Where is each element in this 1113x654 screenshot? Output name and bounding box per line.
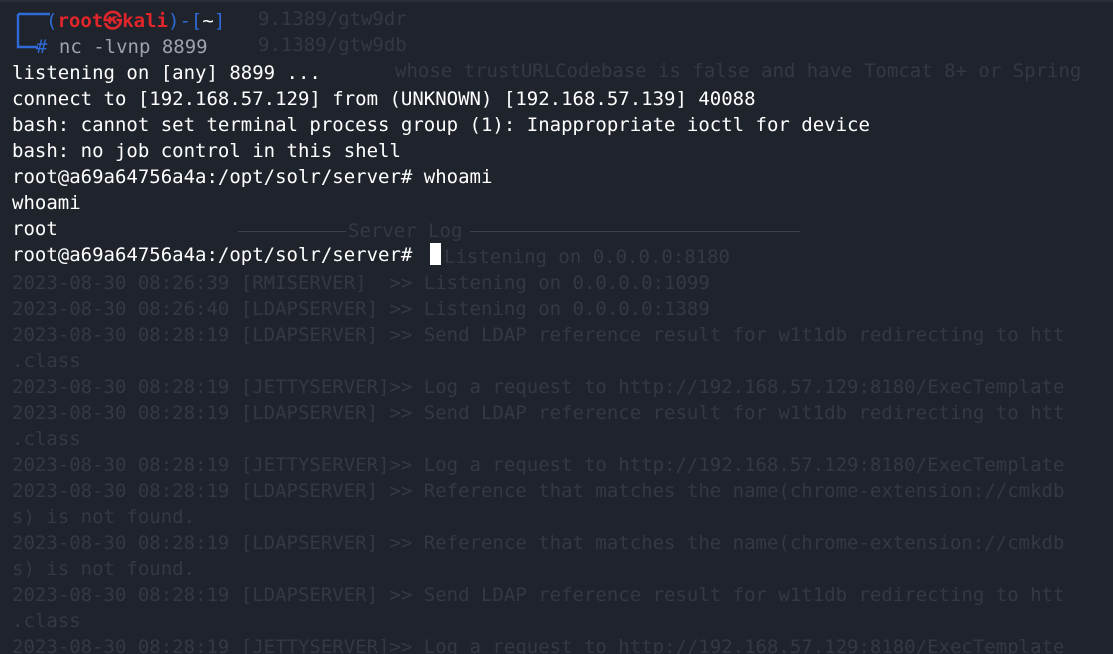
prompt-host: kali — [122, 10, 168, 32]
text-cursor[interactable] — [429, 243, 441, 265]
server-log-rule-left — [238, 231, 346, 232]
prompt-header: (root㉿kali)-[~] — [46, 8, 225, 34]
command-line: # nc -lvnp 8899 — [36, 34, 208, 60]
background-text-line: 9.1389/gtw9db — [258, 34, 407, 56]
prompt-open-bracket: ( — [46, 10, 58, 32]
prompt-hash: # — [36, 36, 48, 58]
background-log-entry: 2023-08-30 08:28:19 [LDAPSERVER] >> Send… — [12, 324, 1065, 346]
output-line: whoami — [12, 192, 81, 214]
background-log-entry: 2023-08-30 08:28:19 [LDAPSERVER] >> Refe… — [12, 480, 1065, 502]
output-line: root — [12, 218, 58, 240]
prompt-at-icon: ㉿ — [103, 10, 123, 32]
background-log-entry: Listening on 0.0.0.0:8180 — [444, 246, 730, 268]
background-log-entry: .class — [12, 350, 81, 372]
background-log-entry: .class — [12, 428, 81, 450]
terminal-window[interactable]: 9.1389/gtw9dr 9.1389/gtw9db whose trustU… — [0, 0, 1113, 654]
prompt-user: root — [57, 10, 104, 32]
shell-prompt-text: root@a69a64756a4a:/opt/solr/server# — [12, 244, 424, 266]
shell-prompt-line[interactable]: root@a69a64756a4a:/opt/solr/server# — [12, 242, 441, 268]
background-log-entry: s) is not found. — [12, 558, 196, 580]
command-text: nc -lvnp 8899 — [58, 36, 208, 58]
window-top-edge — [0, 0, 1113, 2]
background-log-entry: s) is not found. — [12, 506, 196, 528]
prompt-dir-close: ] — [213, 10, 226, 32]
output-line: bash: cannot set terminal process group … — [12, 114, 870, 136]
background-log-entry: 2023-08-30 08:28:19 [JETTYSERVER]>> Log … — [12, 636, 1065, 654]
server-log-rule-right — [470, 231, 800, 232]
background-log-entry: 2023-08-30 08:28:19 [JETTYSERVER]>> Log … — [12, 376, 1065, 398]
background-text-line: 9.1389/gtw9dr — [258, 8, 407, 30]
output-line: root@a69a64756a4a:/opt/solr/server# whoa… — [12, 166, 493, 188]
output-line: bash: no job control in this shell — [12, 140, 401, 162]
output-line: connect to [192.168.57.129] from (UNKNOW… — [12, 88, 756, 110]
prompt-dash: - — [179, 10, 191, 32]
background-log-entry: 2023-08-30 08:28:19 [LDAPSERVER] >> Send… — [12, 584, 1065, 606]
background-text-line: whose trustURLCodebase is false and have… — [395, 60, 1082, 82]
background-log-entry: 2023-08-30 08:26:40 [LDAPSERVER] >> List… — [12, 298, 710, 320]
prompt-directory: ~ — [202, 10, 214, 32]
background-log-entry: 2023-08-30 08:28:19 [LDAPSERVER] >> Refe… — [12, 532, 1065, 554]
output-line: listening on [any] 8899 ... — [12, 62, 321, 84]
prompt-dir-open: [ — [190, 10, 203, 32]
background-log-entry: 2023-08-30 08:28:19 [LDAPSERVER] >> Send… — [12, 402, 1065, 424]
server-log-title: Server Log — [348, 220, 463, 242]
background-log-entry: .class — [12, 610, 81, 632]
prompt-close-bracket: ) — [168, 10, 180, 32]
background-log-entry: 2023-08-30 08:26:39 [RMISERVER] >> Liste… — [12, 272, 710, 294]
background-log-entry: 2023-08-30 08:28:19 [JETTYSERVER]>> Log … — [12, 454, 1065, 476]
